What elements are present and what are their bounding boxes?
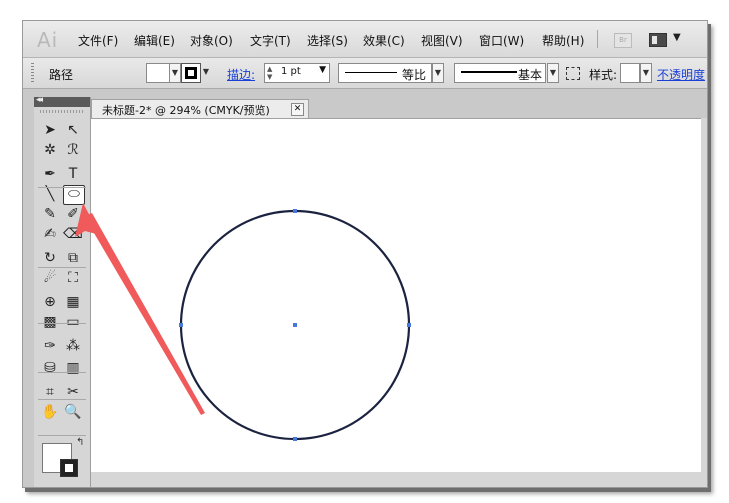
annotation-arrow bbox=[75, 203, 205, 415]
illustrator-window: Ai 文件(F) 编辑(E) 对象(O) 文字(T) 选择(S) 效果(C) 视… bbox=[22, 20, 708, 488]
annotation-overlay bbox=[75, 203, 205, 415]
